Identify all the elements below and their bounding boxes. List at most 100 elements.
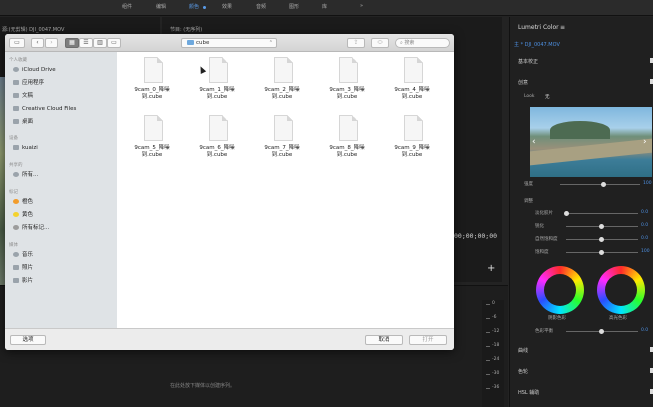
file-item[interactable]: 9cam_4_降噪 到.cube [382,57,442,117]
section-hsl-secondary[interactable]: HSL 辅助 [518,389,539,396]
sharpen-knob[interactable] [599,224,604,229]
open-button[interactable]: 打开 [409,335,447,345]
sidebar-item-creative-cloud[interactable]: Creative Cloud Files [13,105,76,113]
menu-assembly[interactable]: 组件 [122,3,132,10]
menu-graphics[interactable]: 图形 [289,3,299,10]
faded-film-value[interactable]: 0.0 [641,210,648,215]
add-button[interactable]: + [487,263,495,274]
intensity-slider[interactable] [560,184,640,185]
look-value[interactable]: 无 [545,94,550,100]
intensity-value[interactable]: 100 [643,181,652,186]
cube-file-icon [209,115,228,141]
faded-film-slider[interactable] [566,213,638,214]
view-columns-button[interactable]: ▥ [93,38,107,48]
file-name: 9cam_5_降噪 到.cube [134,145,170,158]
sidebar-item-applications[interactable]: 应用程序 [13,79,44,87]
file-item[interactable]: 9cam_9_降噪 到.cube [382,115,442,175]
tags-button[interactable]: ⬭ [371,38,389,48]
file-icon-grid: 9cam_0_降噪 到.cube 9cam_1_降噪 到.cube 9cam_2_降… [117,52,454,328]
sidebar-item-all-tags[interactable]: 所有标记... [13,224,49,232]
share-button[interactable]: ⇪ [347,38,365,48]
file-item[interactable]: 9cam_0_降噪 到.cube [122,57,182,117]
meter-tick: -18 [492,343,500,348]
file-item[interactable]: 9cam_5_降噪 到.cube [122,115,182,175]
dialog-button-bar: 选项 取消 打开 [5,328,454,350]
sidebar-item-tag-orange[interactable]: 橙色 [13,198,33,206]
cube-file-icon [404,115,423,141]
file-item[interactable]: 9cam_8_降噪 到.cube [317,115,377,175]
saturation-value[interactable]: 100 [641,249,650,254]
section-adjust[interactable]: 调整 [524,198,533,204]
view-icons-button[interactable]: ▦ [65,38,79,48]
chevron-updown-icon: ⌃ [268,40,273,46]
menu-effects[interactable]: 效果 [222,3,232,10]
tint-balance-knob[interactable] [599,329,604,334]
section-color-wheels[interactable]: 色轮 [518,368,528,375]
sidebar-item-desktop[interactable]: 桌面 [13,118,33,126]
menu-libraries[interactable]: 库 [322,3,327,10]
look-next-arrow-icon[interactable]: › [643,137,647,147]
sidebar-item-movies[interactable]: 影片 [13,277,33,285]
lumetri-title[interactable]: Lumetri Color [518,24,559,31]
program-timecode[interactable]: 00;00;00;00 [454,232,497,240]
intensity-knob[interactable] [601,182,606,187]
lumetri-clip-selector[interactable]: 主 * DJI_0047.MOV [514,41,560,48]
folder-path-popup[interactable]: cube ⌃ [181,38,277,48]
tint-balance-value[interactable]: 0.0 [641,328,648,333]
file-item[interactable]: 9cam_2_降噪 到.cube [252,57,312,117]
faded-film-knob[interactable] [564,211,569,216]
finder-sidebar: 个人收藏 iCloud Drive 应用程序 文稿 Creative Cloud… [5,52,117,328]
sidebar-item-icloud[interactable]: iCloud Drive [13,66,56,74]
sidebar-item-all-shared[interactable]: 所有... [13,171,38,179]
file-item[interactable]: 9cam_6_降噪 到.cube [187,115,247,175]
sidebar-section-shared: 共享的 [9,163,23,168]
cube-file-icon [209,57,228,83]
menu-color[interactable]: 颜色 [189,3,199,10]
search-placeholder: 搜索 [404,40,415,46]
sidebar-section-tags: 标记 [9,190,18,195]
file-item[interactable]: 9cam_7_降噪 到.cube [252,115,312,175]
view-list-button[interactable]: ☰ [79,38,93,48]
highlight-tint-wheel[interactable] [597,266,645,314]
shadow-tint-wheel[interactable] [536,266,584,314]
search-field[interactable]: ⌕ 搜索 [395,38,450,48]
section-basic-correction[interactable]: 基本校正 [518,58,538,65]
sidebar-toggle-button[interactable]: ▭ [9,38,25,48]
program-panel-title[interactable]: 节目: (无序列) [170,26,202,33]
applications-icon [13,80,19,85]
meter-tick: -6 [492,315,497,320]
section-creative[interactable]: 创意 [518,79,528,86]
back-button[interactable]: ‹ [31,38,44,48]
vibrance-knob[interactable] [599,237,604,242]
options-button[interactable]: 选项 [10,335,46,345]
sidebar-item-documents[interactable]: 文稿 [13,92,33,100]
sidebar-item-label: 黄色 [22,212,34,218]
cube-file-icon [404,57,423,83]
file-name: 9cam_7_降噪 到.cube [264,145,300,158]
sidebar-section-devices: 设备 [9,136,18,141]
cancel-button[interactable]: 取消 [365,335,403,345]
menu-more[interactable]: » [360,3,363,9]
panel-menu-icon[interactable]: ≡ [560,24,565,31]
sidebar-item-label: 应用程序 [22,80,45,86]
source-panel-title[interactable]: 源:(无剪辑) DJI_0047.MOV [2,26,64,33]
look-preview-image: ‹ › [530,107,652,177]
section-curves[interactable]: 曲线 [518,347,528,354]
sidebar-item-music[interactable]: 音乐 [13,251,33,259]
intensity-label: 强度 [524,182,533,187]
menu-audio[interactable]: 音频 [256,3,266,10]
vibrance-value[interactable]: 0.0 [641,236,648,241]
sharpen-value[interactable]: 0.0 [641,223,648,228]
file-name: 9cam_1_降噪 到.cube [199,87,235,100]
saturation-knob[interactable] [599,250,604,255]
look-prev-arrow-icon[interactable]: ‹ [532,137,536,147]
meter-tick: -36 [492,385,500,390]
view-coverflow-button[interactable]: ▭ [107,38,121,48]
file-item[interactable]: 9cam_1_降噪 到.cube [187,57,247,117]
file-item[interactable]: 9cam_3_降噪 到.cube [317,57,377,117]
sidebar-item-tag-yellow[interactable]: 黄色 [13,211,33,219]
sidebar-item-photos[interactable]: 照片 [13,264,33,272]
menu-editing[interactable]: 编辑 [156,3,166,10]
sidebar-item-kuaizi[interactable]: kuaizi [13,144,38,152]
forward-button[interactable]: › [45,38,58,48]
